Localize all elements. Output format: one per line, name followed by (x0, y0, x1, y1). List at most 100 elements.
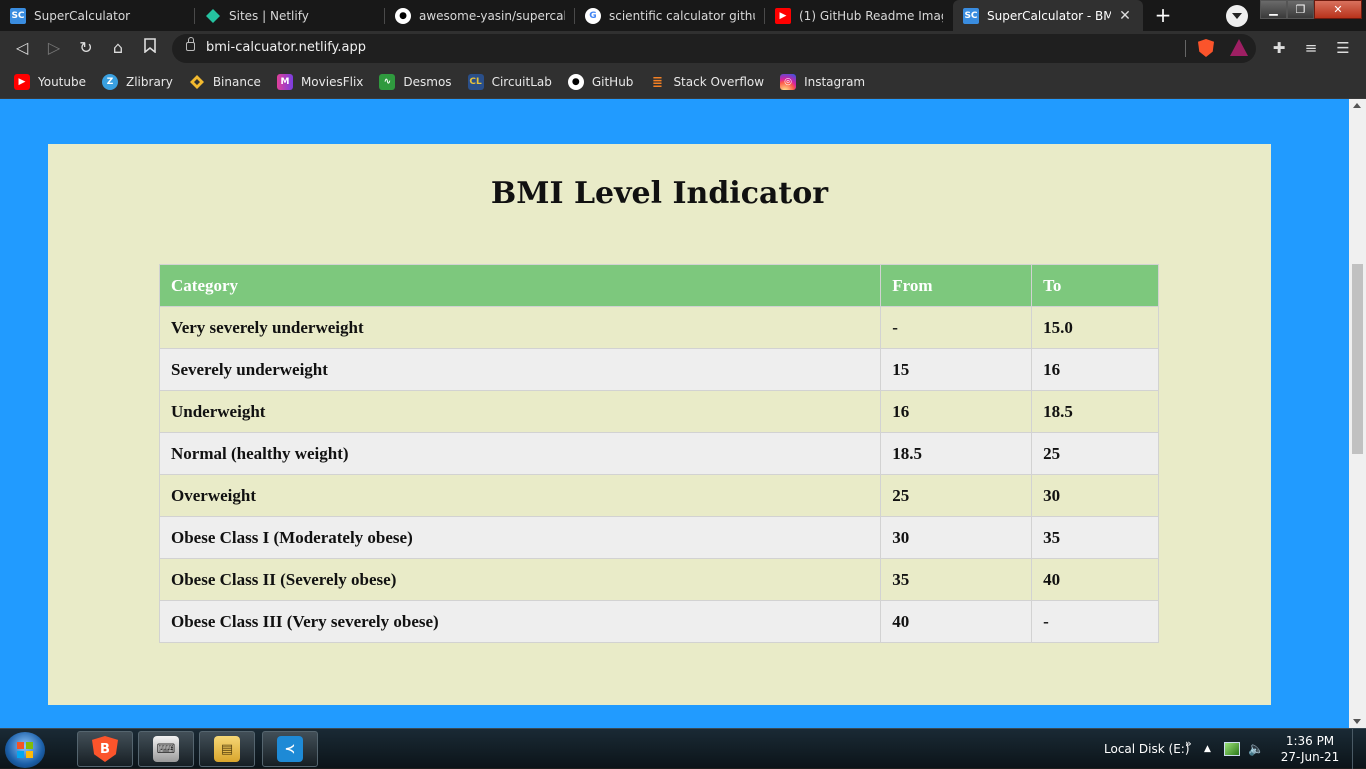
netlify-favicon-icon (205, 8, 221, 24)
url-text[interactable]: bmi-calcuator.netlify.app (206, 40, 366, 55)
desmos-icon: ∿ (379, 74, 396, 90)
cell-to: 35 (1031, 516, 1159, 559)
tab-youtube[interactable]: ▶ (1) GitHub Readme Images T (765, 0, 953, 31)
bookmark-label: Instagram (804, 75, 866, 89)
media-controls-icon[interactable]: ≡ (1302, 39, 1320, 57)
close-window-button[interactable]: ✕ (1314, 0, 1362, 19)
clock-date: 27-Jun-21 (1280, 750, 1340, 764)
tab-github-repo[interactable]: ● awesome-yasin/supercalculat (385, 0, 575, 31)
network-icon[interactable] (1224, 729, 1240, 769)
cell-from: 30 (880, 516, 1033, 559)
table-row: Underweight 16 18.5 (158, 390, 1159, 433)
reload-button[interactable]: ↻ (75, 37, 97, 59)
menu-icon[interactable]: ☰ (1334, 39, 1352, 57)
binance-icon (189, 74, 205, 90)
taskbar-vscode[interactable]: ≺ (262, 731, 318, 767)
circuitlab-icon: CL (467, 74, 484, 90)
bookmark-page-button[interactable] (139, 37, 161, 59)
tab-title: awesome-yasin/supercalculat (419, 8, 565, 23)
lock-icon[interactable] (186, 37, 195, 51)
tray-local-disk[interactable]: Local Disk (E:) (1104, 729, 1190, 769)
show-desktop-button[interactable] (1352, 729, 1366, 769)
table-row: Overweight 25 30 (158, 474, 1159, 517)
bookmark-circuitlab[interactable]: CL CircuitLab (467, 74, 552, 90)
bookmark-youtube[interactable]: ▶ Youtube (14, 74, 86, 90)
tab-supercalculator[interactable]: SC SuperCalculator (0, 0, 195, 31)
scroll-up-arrow-icon[interactable] (1353, 103, 1361, 108)
cell-category: Obese Class I (Moderately obese) (158, 516, 882, 559)
bookmark-instagram[interactable]: ◎ Instagram (780, 74, 865, 90)
vscode-icon: ≺ (277, 736, 303, 762)
cell-to: 25 (1031, 432, 1159, 475)
extensions-icon[interactable]: ✚ (1270, 39, 1288, 57)
scrollbar-thumb[interactable] (1352, 264, 1363, 454)
tray-label: Local Disk (E:) (1104, 742, 1190, 756)
bookmark-stackoverflow[interactable]: ≣ Stack Overflow (649, 74, 764, 90)
start-button[interactable] (5, 732, 45, 768)
tab-close-icon[interactable]: ✕ (1117, 8, 1133, 24)
bookmark-desmos[interactable]: ∿ Desmos (379, 74, 452, 90)
tray-toolbar-chevron[interactable]: » (1185, 723, 1192, 763)
zlibrary-icon: Z (102, 74, 118, 90)
bookmark-moviesflix[interactable]: M MoviesFlix (276, 74, 363, 90)
page-viewport: BMI Level Indicator Category From To Ver… (0, 99, 1349, 728)
github-icon: ● (567, 74, 584, 90)
window-controls: ▁ ❐ ✕ (1260, 0, 1366, 19)
tab-title: SuperCalculator (34, 8, 131, 23)
bookmark-github[interactable]: ● GitHub (567, 74, 634, 90)
cell-category: Obese Class II (Severely obese) (158, 558, 882, 601)
bookmark-binance[interactable]: Binance (189, 74, 261, 90)
tab-search-button[interactable] (1226, 5, 1248, 27)
browser-toolbar: ◁ ▷ ↻ ⌂ bmi-calcuator.netlify.app ✚ ≡ ☰ (0, 31, 1366, 66)
windows-taskbar: B ⌨ ▤ ≺ Local Disk (E:) » ▲ 🔈 1:36 PM 27… (0, 728, 1366, 769)
cell-category: Very severely underweight (158, 306, 882, 349)
address-bar-divider (1185, 40, 1186, 57)
cell-to: 40 (1031, 558, 1159, 601)
cell-to: - (1031, 600, 1159, 643)
bookmark-zlibrary[interactable]: Z Zlibrary (102, 74, 173, 90)
cell-from: - (880, 306, 1033, 349)
taskbar-file-explorer[interactable]: ▤ (199, 731, 255, 767)
address-bar[interactable]: bmi-calcuator.netlify.app (172, 34, 1256, 63)
cell-from: 15 (880, 348, 1033, 391)
cell-from: 25 (880, 474, 1033, 517)
system-clock[interactable]: 1:36 PM 27-Jun-21 (1278, 733, 1342, 765)
tab-supercalculator-bmi[interactable]: SC SuperCalculator - BMI C ✕ (953, 0, 1143, 31)
instagram-icon: ◎ (780, 74, 797, 90)
cell-from: 16 (880, 390, 1033, 433)
brave-icon: B (92, 736, 118, 762)
folder-icon: ▤ (214, 736, 240, 762)
tab-netlify[interactable]: Sites | Netlify (195, 0, 385, 31)
cell-to: 15.0 (1031, 306, 1159, 349)
bmi-table: Category From To Very severely underweig… (158, 264, 1159, 643)
home-button[interactable]: ⌂ (107, 37, 129, 59)
cell-category: Overweight (158, 474, 882, 517)
bookmark-icon (144, 38, 156, 54)
table-header-row: Category From To (158, 264, 1159, 307)
tab-google-search[interactable]: G scientific calculator github - ( (575, 0, 765, 31)
table-row: Obese Class III (Very severely obese) 40… (158, 600, 1159, 643)
taskbar-keyboard-app[interactable]: ⌨ (138, 731, 194, 767)
bookmark-label: Binance (212, 75, 261, 89)
bookmarks-bar: ▶ Youtube Z Zlibrary Binance M MoviesFli… (0, 66, 1366, 99)
page-scrollbar[interactable] (1349, 99, 1366, 728)
header-to: To (1031, 264, 1159, 307)
brave-rewards-icon[interactable] (1230, 39, 1248, 56)
youtube-favicon-icon: ▶ (775, 7, 791, 24)
volume-icon[interactable]: 🔈 (1248, 729, 1264, 769)
taskbar-brave[interactable]: B (77, 731, 133, 767)
bookmark-label: GitHub (591, 75, 634, 89)
maximize-button[interactable]: ❐ (1287, 0, 1314, 19)
bookmark-label: Desmos (403, 75, 452, 89)
back-button[interactable]: ◁ (11, 37, 33, 59)
show-hidden-icons-icon[interactable]: ▲ (1204, 729, 1211, 769)
tab-title: Sites | Netlify (229, 8, 309, 23)
minimize-button[interactable]: ▁ (1260, 0, 1287, 19)
scroll-down-arrow-icon[interactable] (1353, 719, 1361, 724)
brave-shields-icon[interactable] (1198, 39, 1214, 57)
youtube-icon: ▶ (14, 74, 30, 90)
bmi-card: BMI Level Indicator Category From To Ver… (48, 144, 1271, 705)
new-tab-button[interactable]: + (1151, 4, 1175, 26)
cell-category: Normal (healthy weight) (158, 432, 882, 475)
forward-button[interactable]: ▷ (43, 37, 65, 59)
